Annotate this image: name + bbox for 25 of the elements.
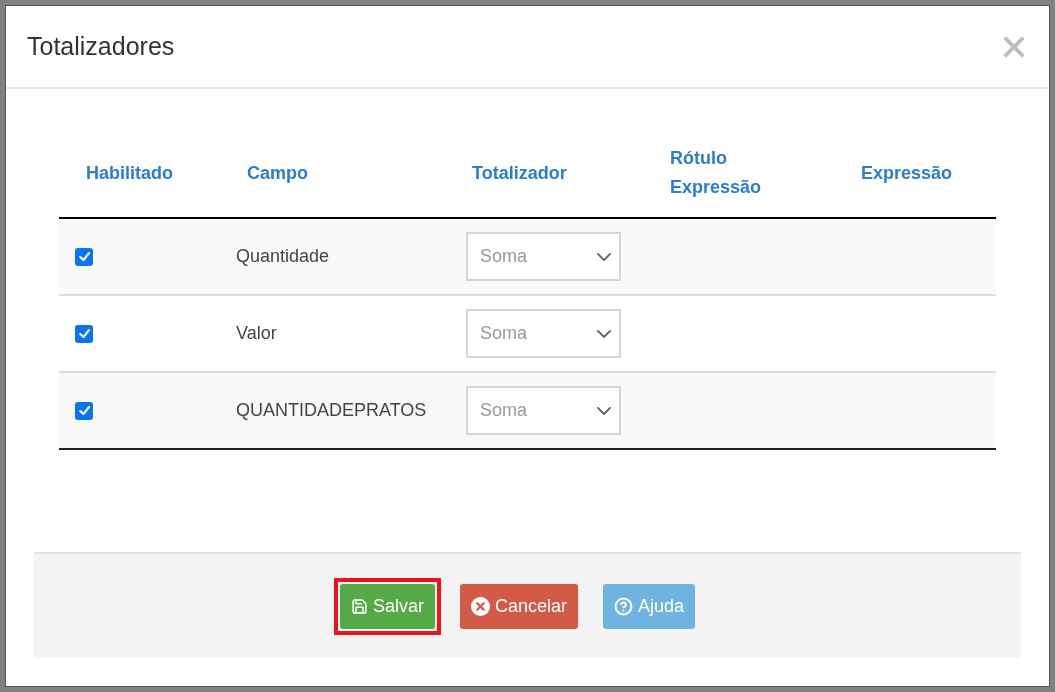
column-header: Habilitado bbox=[86, 161, 173, 185]
column-header: Rótulo Expressão bbox=[670, 147, 763, 199]
column-header: Totalizador bbox=[472, 161, 567, 185]
select-field[interactable]: Soma bbox=[466, 309, 621, 358]
dialog-title: Totalizadores bbox=[27, 30, 175, 62]
chevron-down-icon bbox=[597, 406, 611, 415]
select-field[interactable]: Soma bbox=[466, 386, 621, 435]
close-icon bbox=[1003, 35, 1025, 58]
cancel-button[interactable]: Cancelar bbox=[459, 583, 578, 629]
chevron-down-icon bbox=[597, 252, 611, 261]
save-button[interactable]: Salvar bbox=[339, 583, 435, 629]
help-button[interactable]: Ajuda bbox=[603, 583, 696, 629]
chevron-down-icon bbox=[597, 329, 611, 338]
checkbox[interactable] bbox=[75, 401, 93, 420]
help-icon bbox=[614, 596, 633, 616]
circled-x-icon bbox=[470, 596, 490, 616]
select-field[interactable]: Soma bbox=[466, 232, 621, 281]
checkbox[interactable] bbox=[75, 247, 93, 266]
checkbox[interactable] bbox=[75, 324, 93, 343]
table-cell-text: Quantidade bbox=[236, 245, 330, 268]
table-cell-text: Valor bbox=[236, 322, 277, 345]
table-cell-text: QUANTIDADEPRATOS bbox=[236, 399, 427, 422]
save-icon bbox=[350, 597, 368, 615]
column-header: Expressão bbox=[861, 161, 953, 185]
column-header: Campo bbox=[247, 161, 308, 185]
